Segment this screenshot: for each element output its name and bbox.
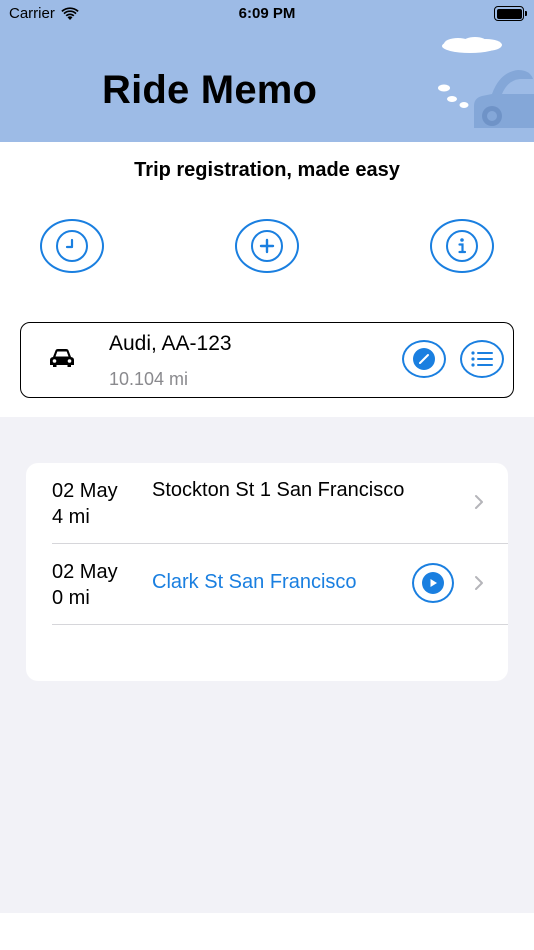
trip-distance: 4 mi [52,506,90,528]
trip-date-block: 02 May 4 mi [52,478,118,530]
plus-icon [251,230,283,262]
trip-row[interactable]: 02 May 4 mi Stockton St 1 San Francisco [52,463,508,544]
vehicle-list-button[interactable] [460,340,504,378]
page-title: Ride Memo [102,68,318,112]
trips-list: 02 May 4 mi Stockton St 1 San Francisco … [26,463,508,681]
trip-distance: 0 mi [52,587,90,609]
trip-date: 02 May [52,480,118,502]
trip-date: 02 May [52,561,118,583]
status-bar: Carrier 6:09 PM [0,0,534,30]
trip-address: Stockton St 1 San Francisco [152,479,405,501]
history-button[interactable] [40,219,104,273]
edit-vehicle-button[interactable] [402,340,446,378]
tagline: Trip registration, made easy [134,159,400,181]
pencil-icon [413,348,435,370]
top-panel: Trip registration, made easy Audi, AA-12… [0,142,534,417]
vehicle-distance: 10.104 mi [109,369,189,389]
bottom-bar [0,913,534,950]
clock-icon [56,230,88,262]
vehicle-name: Audi, AA-123 [109,332,232,355]
trip-date-block: 02 May 0 mi [52,559,118,611]
add-trip-button[interactable] [235,219,299,273]
trip-address: Clark St San Francisco [152,571,357,593]
status-time: 6:09 PM [238,5,296,22]
info-button[interactable] [430,219,494,273]
chevron-right-icon [474,574,484,597]
resume-trip-button[interactable] [412,563,454,603]
chevron-right-icon [474,493,484,516]
play-icon [422,572,444,594]
list-icon [471,351,493,367]
info-icon [446,230,478,262]
cloud-car-illustration [438,37,534,128]
trip-row[interactable]: 02 May 0 mi Clark St San Francisco [52,544,508,625]
battery-icon [494,6,527,21]
vehicle-card[interactable]: Audi, AA-123 10.104 mi [20,322,514,398]
app-header: Carrier 6:09 PM Ride Memo [0,0,534,142]
car-icon [50,349,74,367]
